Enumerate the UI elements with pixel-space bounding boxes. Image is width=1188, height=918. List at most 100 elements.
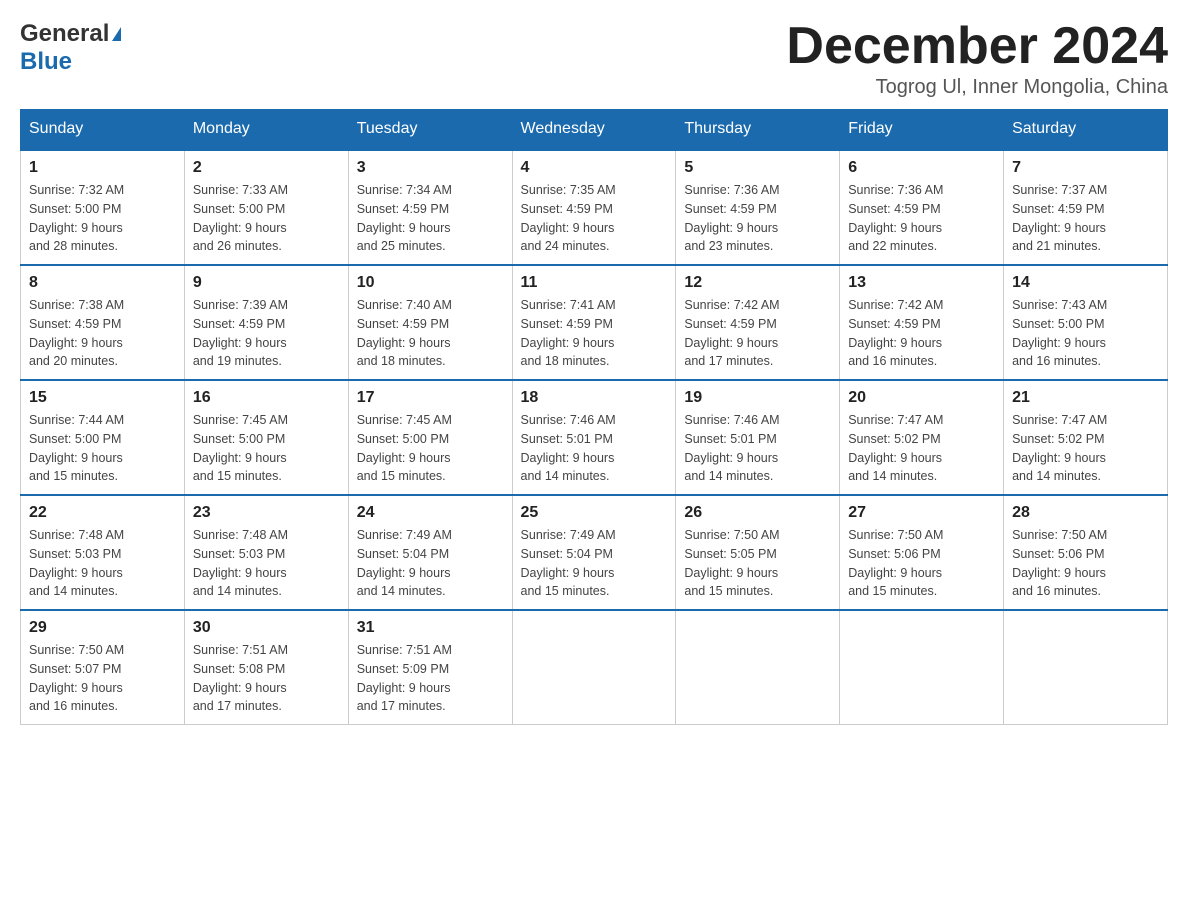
day-number: 6: [848, 159, 995, 177]
logo-general: General: [20, 20, 109, 48]
day-info: Sunrise: 7:37 AMSunset: 4:59 PMDaylight:…: [1012, 181, 1159, 256]
day-number: 31: [357, 619, 504, 637]
month-title: December 2024: [786, 20, 1168, 72]
calendar-cell: 5Sunrise: 7:36 AMSunset: 4:59 PMDaylight…: [676, 150, 840, 266]
day-info: Sunrise: 7:34 AMSunset: 4:59 PMDaylight:…: [357, 181, 504, 256]
day-info: Sunrise: 7:48 AMSunset: 5:03 PMDaylight:…: [29, 526, 176, 601]
day-number: 16: [193, 389, 340, 407]
calendar-cell: [1004, 610, 1168, 725]
week-row-5: 29Sunrise: 7:50 AMSunset: 5:07 PMDayligh…: [21, 610, 1168, 725]
day-info: Sunrise: 7:33 AMSunset: 5:00 PMDaylight:…: [193, 181, 340, 256]
calendar-cell: 3 Sunrise: 7:34 AMSunset: 4:59 PMDaylight…: [348, 150, 512, 266]
weekday-header-thursday: Thursday: [676, 110, 840, 150]
day-number: 23: [193, 504, 340, 522]
day-number: 19: [684, 389, 831, 407]
weekday-header-saturday: Saturday: [1004, 110, 1168, 150]
page-header: General Blue December 2024 Togrog Ul, In…: [20, 20, 1168, 99]
calendar-cell: 18 Sunrise: 7:46 AMSunset: 5:01 PMDayligh…: [512, 380, 676, 495]
day-info: Sunrise: 7:47 AMSunset: 5:02 PMDaylight:…: [848, 411, 995, 486]
day-info: Sunrise: 7:42 AMSunset: 4:59 PMDaylight:…: [684, 296, 831, 371]
day-number: 26: [684, 504, 831, 522]
day-number: 25: [521, 504, 668, 522]
calendar-cell: 24 Sunrise: 7:49 AMSunset: 5:04 PMDayligh…: [348, 495, 512, 610]
calendar-cell: 21Sunrise: 7:47 AMSunset: 5:02 PMDayligh…: [1004, 380, 1168, 495]
calendar-cell: 13 Sunrise: 7:42 AMSunset: 4:59 PMDayligh…: [840, 265, 1004, 380]
day-number: 13: [848, 274, 995, 292]
week-row-1: 1Sunrise: 7:32 AMSunset: 5:00 PMDaylight…: [21, 150, 1168, 266]
calendar-cell: 4 Sunrise: 7:35 AMSunset: 4:59 PMDaylight…: [512, 150, 676, 266]
calendar-cell: 15 Sunrise: 7:44 AMSunset: 5:00 PMDayligh…: [21, 380, 185, 495]
day-info: Sunrise: 7:43 AMSunset: 5:00 PMDaylight:…: [1012, 296, 1159, 371]
calendar-cell: 29Sunrise: 7:50 AMSunset: 5:07 PMDayligh…: [21, 610, 185, 725]
day-number: 10: [357, 274, 504, 292]
calendar-cell: 30 Sunrise: 7:51 AMSunset: 5:08 PMDayligh…: [184, 610, 348, 725]
day-info: Sunrise: 7:50 AMSunset: 5:05 PMDaylight:…: [684, 526, 831, 601]
calendar-cell: 11Sunrise: 7:41 AMSunset: 4:59 PMDayligh…: [512, 265, 676, 380]
day-info: Sunrise: 7:51 AMSunset: 5:08 PMDaylight:…: [193, 641, 340, 716]
calendar-cell: 17 Sunrise: 7:45 AMSunset: 5:00 PMDayligh…: [348, 380, 512, 495]
day-number: 24: [357, 504, 504, 522]
day-info: Sunrise: 7:50 AMSunset: 5:06 PMDaylight:…: [1012, 526, 1159, 601]
day-info: Sunrise: 7:48 AMSunset: 5:03 PMDaylight:…: [193, 526, 340, 601]
day-number: 30: [193, 619, 340, 637]
calendar-cell: 26 Sunrise: 7:50 AMSunset: 5:05 PMDayligh…: [676, 495, 840, 610]
day-number: 4: [521, 159, 668, 177]
calendar-cell: 19 Sunrise: 7:46 AMSunset: 5:01 PMDayligh…: [676, 380, 840, 495]
day-number: 27: [848, 504, 995, 522]
weekday-header-monday: Monday: [184, 110, 348, 150]
calendar-cell: 6 Sunrise: 7:36 AMSunset: 4:59 PMDaylight…: [840, 150, 1004, 266]
calendar-cell: 22 Sunrise: 7:48 AMSunset: 5:03 PMDayligh…: [21, 495, 185, 610]
day-info: Sunrise: 7:42 AMSunset: 4:59 PMDaylight:…: [848, 296, 995, 371]
day-number: 7: [1012, 159, 1159, 177]
calendar-cell: 23 Sunrise: 7:48 AMSunset: 5:03 PMDayligh…: [184, 495, 348, 610]
title-block: December 2024 Togrog Ul, Inner Mongolia,…: [786, 20, 1168, 99]
logo-blue: Blue: [20, 48, 72, 75]
calendar-cell: 25Sunrise: 7:49 AMSunset: 5:04 PMDayligh…: [512, 495, 676, 610]
day-number: 9: [193, 274, 340, 292]
weekday-header-friday: Friday: [840, 110, 1004, 150]
day-number: 29: [29, 619, 176, 637]
day-number: 22: [29, 504, 176, 522]
day-info: Sunrise: 7:40 AMSunset: 4:59 PMDaylight:…: [357, 296, 504, 371]
day-number: 12: [684, 274, 831, 292]
day-number: 17: [357, 389, 504, 407]
logo-arrow-icon: [112, 27, 121, 41]
calendar-cell: 8 Sunrise: 7:38 AMSunset: 4:59 PMDaylight…: [21, 265, 185, 380]
day-info: Sunrise: 7:32 AMSunset: 5:00 PMDaylight:…: [29, 181, 176, 256]
day-info: Sunrise: 7:45 AMSunset: 5:00 PMDaylight:…: [193, 411, 340, 486]
calendar-cell: 16 Sunrise: 7:45 AMSunset: 5:00 PMDayligh…: [184, 380, 348, 495]
day-number: 20: [848, 389, 995, 407]
day-number: 2: [193, 159, 340, 177]
calendar-cell: 1Sunrise: 7:32 AMSunset: 5:00 PMDaylight…: [21, 150, 185, 266]
week-row-2: 8 Sunrise: 7:38 AMSunset: 4:59 PMDaylight…: [21, 265, 1168, 380]
day-info: Sunrise: 7:41 AMSunset: 4:59 PMDaylight:…: [521, 296, 668, 371]
day-info: Sunrise: 7:49 AMSunset: 5:04 PMDaylight:…: [357, 526, 504, 601]
day-info: Sunrise: 7:44 AMSunset: 5:00 PMDaylight:…: [29, 411, 176, 486]
day-info: Sunrise: 7:46 AMSunset: 5:01 PMDaylight:…: [521, 411, 668, 486]
weekday-header-row: SundayMondayTuesdayWednesdayThursdayFrid…: [21, 110, 1168, 150]
day-number: 21: [1012, 389, 1159, 407]
day-number: 5: [684, 159, 831, 177]
calendar-cell: 12 Sunrise: 7:42 AMSunset: 4:59 PMDayligh…: [676, 265, 840, 380]
day-number: 3: [357, 159, 504, 177]
day-info: Sunrise: 7:39 AMSunset: 4:59 PMDaylight:…: [193, 296, 340, 371]
calendar-cell: [512, 610, 676, 725]
calendar-cell: 31Sunrise: 7:51 AMSunset: 5:09 PMDayligh…: [348, 610, 512, 725]
day-number: 18: [521, 389, 668, 407]
day-info: Sunrise: 7:46 AMSunset: 5:01 PMDaylight:…: [684, 411, 831, 486]
calendar-header: SundayMondayTuesdayWednesdayThursdayFrid…: [21, 110, 1168, 150]
calendar-cell: [840, 610, 1004, 725]
calendar-cell: 10 Sunrise: 7:40 AMSunset: 4:59 PMDayligh…: [348, 265, 512, 380]
day-info: Sunrise: 7:35 AMSunset: 4:59 PMDaylight:…: [521, 181, 668, 256]
calendar-body: 1Sunrise: 7:32 AMSunset: 5:00 PMDaylight…: [21, 150, 1168, 725]
calendar-cell: 9 Sunrise: 7:39 AMSunset: 4:59 PMDaylight…: [184, 265, 348, 380]
day-number: 8: [29, 274, 176, 292]
day-info: Sunrise: 7:36 AMSunset: 4:59 PMDaylight:…: [848, 181, 995, 256]
weekday-header-tuesday: Tuesday: [348, 110, 512, 150]
day-info: Sunrise: 7:38 AMSunset: 4:59 PMDaylight:…: [29, 296, 176, 371]
day-number: 15: [29, 389, 176, 407]
calendar-cell: 2 Sunrise: 7:33 AMSunset: 5:00 PMDaylight…: [184, 150, 348, 266]
day-number: 14: [1012, 274, 1159, 292]
day-info: Sunrise: 7:45 AMSunset: 5:00 PMDaylight:…: [357, 411, 504, 486]
weekday-header-sunday: Sunday: [21, 110, 185, 150]
